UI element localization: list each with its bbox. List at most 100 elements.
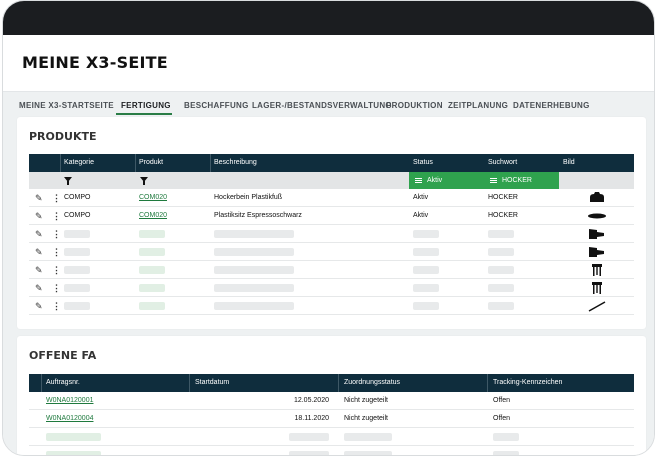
placeholder-bar (214, 230, 294, 238)
offene-fa-title: OFFENE FA (29, 349, 97, 362)
cell-produkt-link[interactable]: COM020 (139, 194, 167, 201)
cell-tracking: Offen (493, 397, 510, 404)
edit-pencil-icon[interactable]: ✎ (35, 247, 43, 258)
table-row-placeholder[interactable] (29, 428, 634, 446)
table-row-placeholder[interactable]: ✎ ⋮ (29, 225, 634, 243)
column-separator (487, 374, 488, 392)
row-menu-icon[interactable]: ⋮ (52, 229, 61, 240)
offene-fa-table: Auftragsnr. Startdatum Zuordnungsstatus … (29, 374, 634, 455)
produkte-table-header: Kategorie Produkt Beschreibung Status Su… (29, 154, 634, 172)
table-row-placeholder[interactable] (29, 446, 634, 455)
placeholder-bar (289, 451, 329, 455)
edit-pencil-icon[interactable]: ✎ (35, 265, 43, 276)
filter-row: Aktiv HOCKER (29, 172, 634, 189)
tab-meine-x3-startseite[interactable]: MEINE X3-STARTSEITE (19, 101, 114, 110)
column-separator (189, 374, 190, 392)
row-menu-icon[interactable]: ⋮ (52, 211, 61, 222)
stool-icon (592, 282, 602, 294)
placeholder-bar (64, 284, 90, 292)
column-separator (210, 154, 211, 172)
placeholder-bar (214, 266, 294, 274)
column-separator (338, 374, 339, 392)
col-zuordnungsstatus[interactable]: Zuordnungsstatus (344, 379, 400, 386)
edit-pencil-icon[interactable]: ✎ (35, 193, 43, 204)
row-menu-icon[interactable]: ⋮ (52, 247, 61, 258)
tab-datenerhebung[interactable]: DATENERHEBUNG (513, 101, 590, 110)
cell-auftragsnr-link[interactable]: W0NA0120001 (46, 397, 93, 404)
col-auftragsnr[interactable]: Auftragsnr. (46, 379, 80, 386)
table-row-placeholder[interactable]: ✎ ⋮ (29, 297, 634, 315)
cell-zuordnungsstatus: Nicht zugeteilt (344, 397, 388, 404)
tab-lager-bestandsverwaltung[interactable]: LAGER-/BESTANDSVERWALTUNG (252, 101, 392, 110)
filter-funnel-icon[interactable] (64, 177, 72, 185)
col-produkt[interactable]: Produkt (139, 159, 163, 166)
col-bild[interactable]: Bild (563, 159, 575, 166)
placeholder-bar (488, 302, 514, 310)
screw-icon (589, 229, 604, 239)
row-menu-icon[interactable]: ⋮ (52, 265, 61, 276)
table-row-placeholder[interactable]: ✎ ⋮ (29, 261, 634, 279)
placeholder-bar (413, 248, 439, 256)
table-row-placeholder[interactable]: ✎ ⋮ (29, 279, 634, 297)
column-separator (135, 154, 136, 172)
cell-tracking: Offen (493, 415, 510, 422)
placeholder-bar (344, 451, 392, 455)
page-header: MEINE X3-SEITE (3, 35, 654, 92)
cell-suchwort: HOCKER (488, 194, 518, 201)
status-filter-chip[interactable]: Aktiv (409, 172, 484, 189)
tab-produktion[interactable]: PRODUKTION (386, 101, 443, 110)
tab-zeitplanung[interactable]: ZEITPLANUNG (448, 101, 508, 110)
row-menu-icon[interactable]: ⋮ (52, 301, 61, 312)
cell-auftragsnr-link[interactable]: W0NA0120004 (46, 415, 93, 422)
placeholder-bar (64, 248, 90, 256)
seat-disc-icon (588, 213, 606, 219)
table-row-placeholder[interactable]: ✎ ⋮ (29, 243, 634, 261)
col-tracking-kennzeichen[interactable]: Tracking-Kennzeichen (493, 379, 562, 386)
cell-produkt-link[interactable]: COM020 (139, 212, 167, 219)
col-status[interactable]: Status (413, 159, 433, 166)
list-icon (490, 178, 497, 183)
row-menu-icon[interactable]: ⋮ (52, 283, 61, 294)
placeholder-bar (139, 302, 165, 310)
placeholder-bar (493, 451, 519, 455)
edit-pencil-icon[interactable]: ✎ (35, 229, 43, 240)
placeholder-bar (413, 230, 439, 238)
table-row[interactable]: ✎ ⋮ COMPO COM020 Plastiksitz Espressosch… (29, 207, 634, 225)
page-title: MEINE X3-SEITE (22, 53, 168, 72)
table-row[interactable]: W0NA0120004 18.11.2020 Nicht zugeteilt O… (29, 410, 634, 428)
placeholder-bar (493, 433, 519, 441)
screw-icon (589, 247, 604, 257)
table-row[interactable]: ✎ ⋮ COMPO COM020 Hockerbein Plastikfuß A… (29, 189, 634, 207)
stool-foot-icon (590, 192, 604, 202)
tab-fertigung[interactable]: FERTIGUNG (121, 101, 171, 110)
edit-pencil-icon[interactable]: ✎ (35, 283, 43, 294)
suchwort-filter-chip[interactable]: HOCKER (484, 172, 559, 189)
placeholder-bar (214, 284, 294, 292)
placeholder-bar (46, 433, 101, 441)
col-suchwort[interactable]: Suchwort (488, 159, 517, 166)
edit-pencil-icon[interactable]: ✎ (35, 211, 43, 222)
cell-status: Aktiv (413, 194, 429, 201)
table-row[interactable]: W0NA0120001 12.05.2020 Nicht zugeteilt O… (29, 392, 634, 410)
produkte-table: Kategorie Produkt Beschreibung Status Su… (29, 154, 634, 319)
placeholder-bar (64, 302, 90, 310)
col-beschreibung[interactable]: Beschreibung (214, 159, 257, 166)
col-kategorie[interactable]: Kategorie (64, 159, 94, 166)
row-menu-icon[interactable]: ⋮ (52, 193, 61, 204)
placeholder-bar (139, 230, 165, 238)
filter-funnel-icon[interactable] (140, 177, 148, 185)
cell-beschreibung: Plastiksitz Espressoschwarz (214, 212, 302, 219)
col-startdatum[interactable]: Startdatum (195, 379, 229, 386)
offene-fa-card: OFFENE FA Auftragsnr. Startdatum Zuordnu… (17, 336, 646, 455)
edit-pencil-icon[interactable]: ✎ (35, 301, 43, 312)
placeholder-bar (488, 284, 514, 292)
placeholder-bar (139, 248, 165, 256)
status-filter-value: Aktiv (427, 177, 443, 184)
cell-startdatum: 12.05.2020 (293, 397, 329, 404)
placeholder-bar (289, 433, 329, 441)
cell-status: Aktiv (413, 212, 429, 219)
placeholder-bar (214, 302, 294, 310)
placeholder-bar (488, 230, 514, 238)
produkte-title: PRODUKTE (29, 130, 97, 143)
tab-beschaffung[interactable]: BESCHAFFUNG (184, 101, 249, 110)
